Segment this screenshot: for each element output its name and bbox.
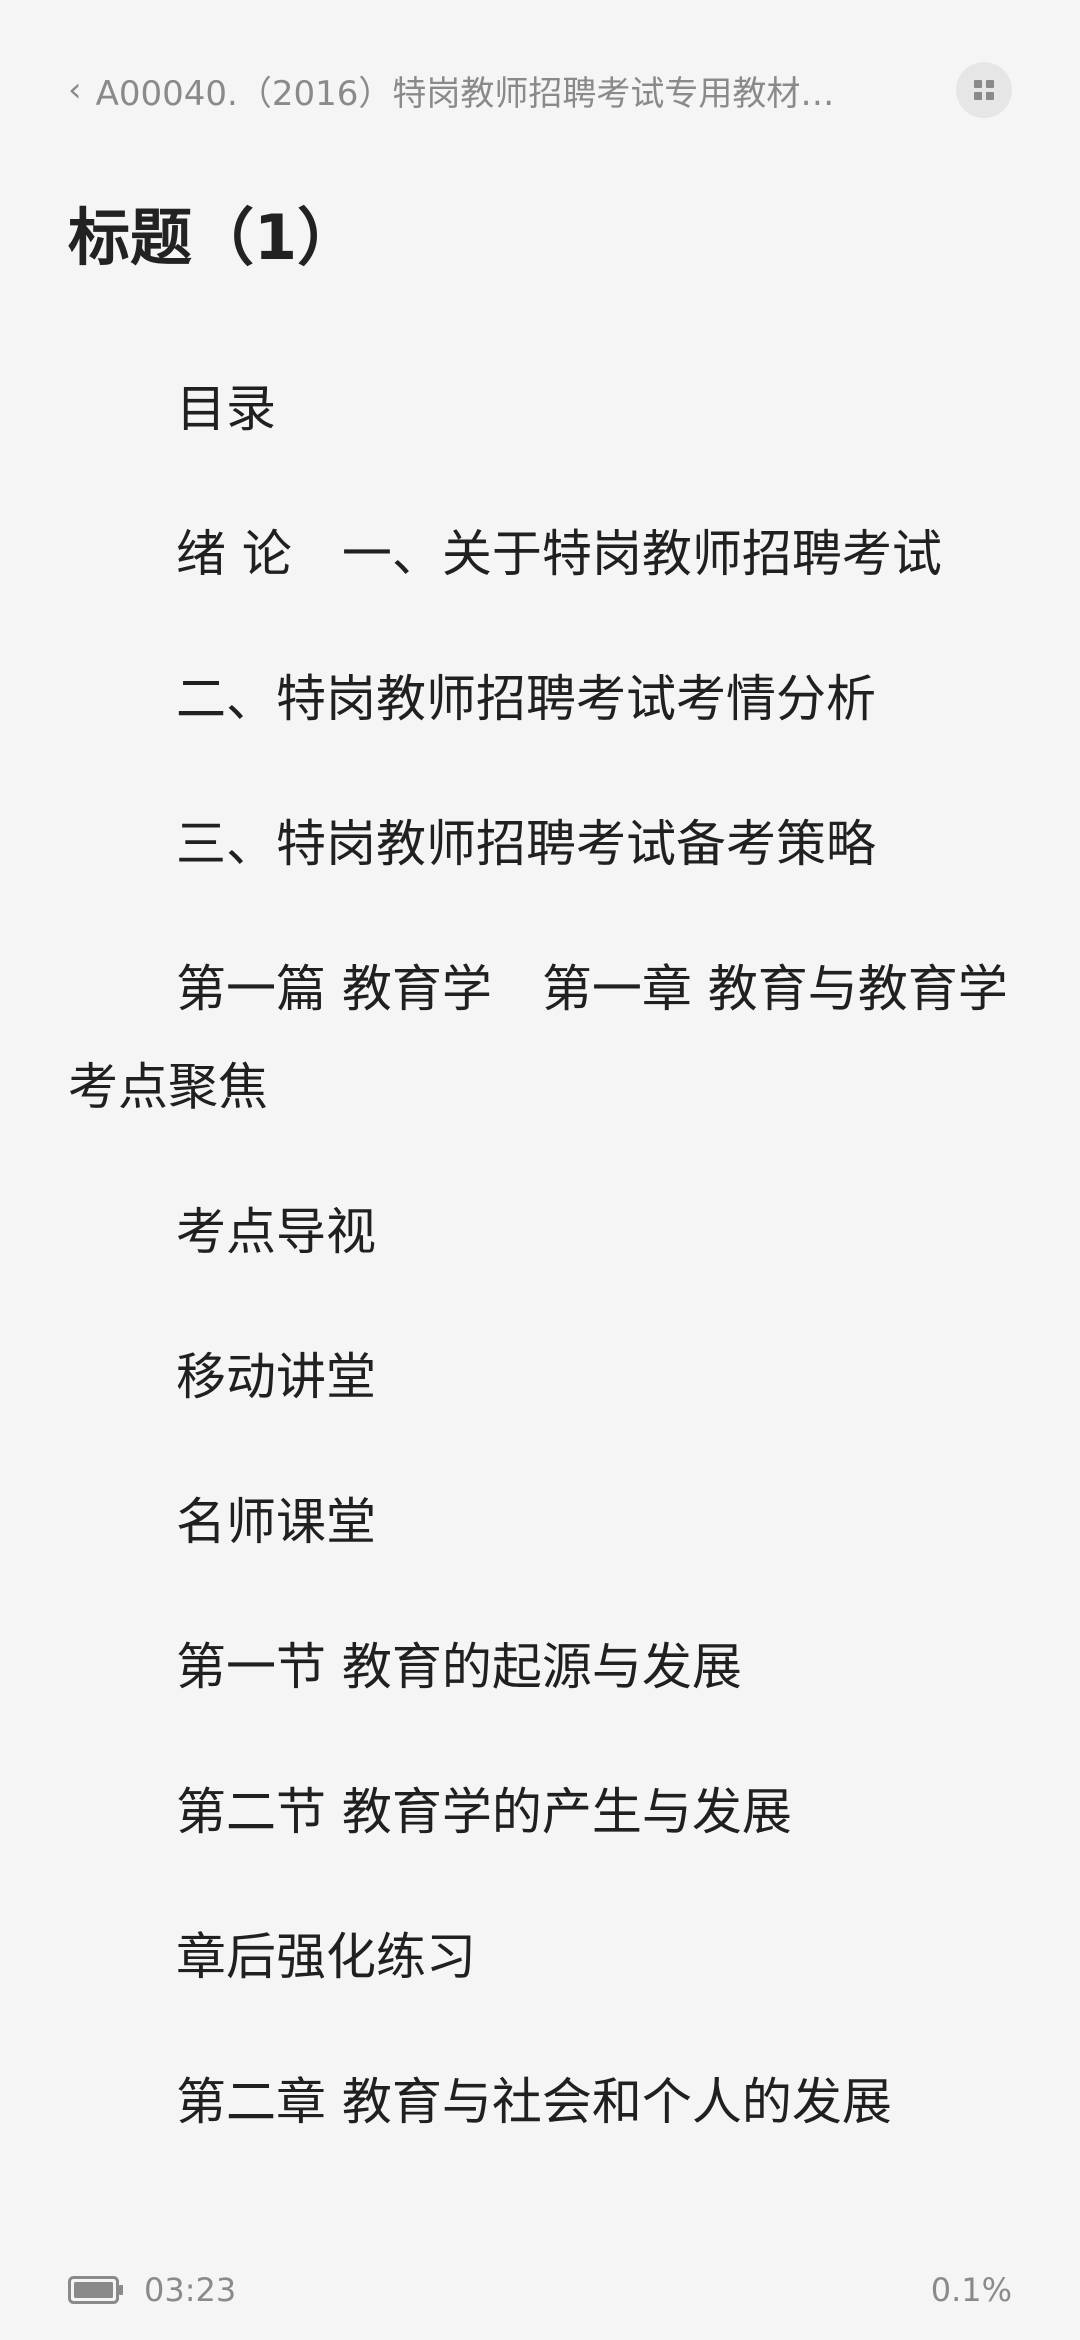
paragraph: 第二章 教育与社会和个人的发展	[176, 2073, 892, 2131]
reader-content: 标题（1） 目录 绪 论 一、关于特岗教师招聘考试 二、特岗教师招聘考试考情分析…	[68, 201, 1058, 2198]
chevron-left-icon: ‹	[68, 70, 82, 110]
reading-progress: 0.1%	[930, 2271, 1012, 2309]
grid-icon	[974, 80, 994, 100]
chapter-title: 标题（1）	[68, 201, 360, 274]
reader-header: ‹ A00040.（2016）特岗教师招聘考试专用教材…	[68, 60, 1012, 120]
paragraph: 绪 论 一、关于特岗教师招聘考试	[176, 525, 942, 583]
paragraph: 三、特岗教师招聘考试备考策略	[176, 815, 876, 873]
status-left: 03:23	[68, 2271, 236, 2309]
paragraph: 二、特岗教师招聘考试考情分析	[176, 670, 876, 728]
paragraph: 目录	[176, 380, 276, 438]
menu-button[interactable]	[956, 62, 1012, 118]
paragraph: 第一节 教育的起源与发展	[176, 1638, 742, 1696]
paragraph: 章后强化练习	[176, 1928, 476, 1986]
paragraph: 第一篇 教育学 第一章 教育与教育学 考点聚焦	[68, 960, 1058, 1116]
paragraph: 第二节 教育学的产生与发展	[176, 1783, 792, 1841]
paragraph: 考点导视	[176, 1203, 376, 1261]
book-title: A00040.（2016）特岗教师招聘考试专用教材…	[95, 73, 835, 114]
reader-footer: 03:23 0.1%	[68, 2265, 1012, 2315]
paragraph-list: 目录 绪 论 一、关于特岗教师招聘考试 二、特岗教师招聘考试考情分析 三、特岗教…	[68, 360, 1058, 2151]
paragraph: 移动讲堂	[176, 1348, 376, 1406]
paragraph: 名师课堂	[176, 1493, 376, 1551]
clock-time: 03:23	[144, 2271, 237, 2309]
back-button[interactable]: ‹ A00040.（2016）特岗教师招聘考试专用教材…	[68, 66, 856, 115]
battery-icon	[68, 2275, 124, 2305]
